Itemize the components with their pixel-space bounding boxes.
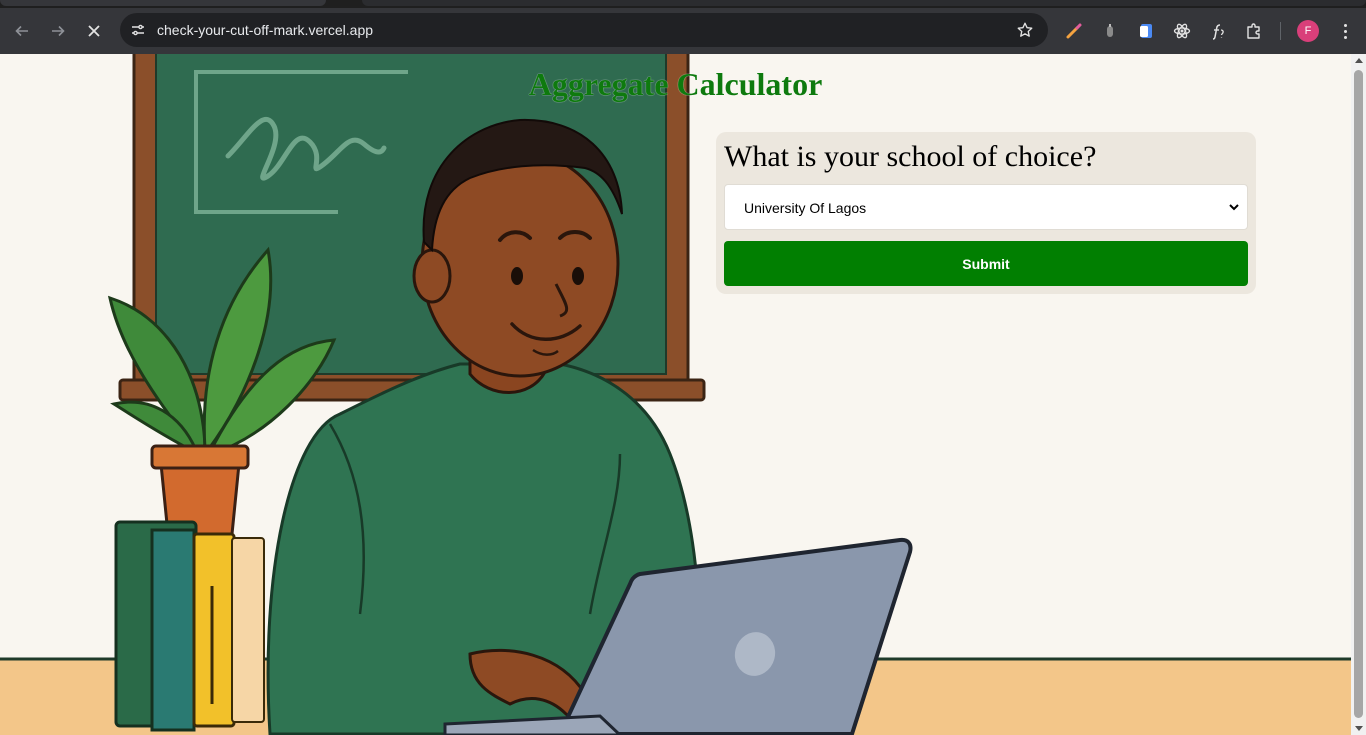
site-settings-icon <box>132 24 144 36</box>
forward-button[interactable] <box>43 16 73 46</box>
bookmark-star-icon[interactable] <box>1016 21 1034 39</box>
browser-toolbar: check-your-cut-off-mark.vercel.app F <box>0 8 1366 54</box>
ink-extension-button[interactable] <box>1099 20 1121 42</box>
school-select-value: University Of Lagos <box>744 200 867 216</box>
page-title: Aggregate Calculator <box>528 66 823 102</box>
tab-strip-space <box>362 0 1366 6</box>
school-question: What is your school of choice? <box>724 140 1097 173</box>
tab-strip <box>0 0 1366 8</box>
formula-extension-icon <box>1212 24 1224 40</box>
brush-extension-button[interactable] <box>1063 20 1085 42</box>
back-arrow-icon <box>15 25 28 37</box>
extensions-button[interactable] <box>1243 20 1265 42</box>
url-text[interactable]: check-your-cut-off-mark.vercel.app <box>157 22 373 38</box>
extensions-puzzle-icon <box>1247 23 1260 39</box>
formula-extension-button[interactable] <box>1207 20 1229 42</box>
scrollbar-thumb[interactable] <box>1354 70 1363 718</box>
react-devtools-button[interactable] <box>1171 20 1193 42</box>
menu-dots-icon[interactable] <box>1334 20 1356 42</box>
back-button[interactable] <box>7 16 37 46</box>
docs-extension-button[interactable] <box>1135 20 1157 42</box>
docs-extension-icon <box>1140 24 1152 38</box>
address-bar[interactable]: check-your-cut-off-mark.vercel.app <box>120 13 1048 47</box>
scroll-down-arrow-icon[interactable] <box>1354 726 1363 731</box>
brush-extension-icon <box>1066 23 1082 39</box>
school-form-card: What is your school of choice? Universit… <box>716 132 1256 294</box>
vertical-scrollbar[interactable] <box>1351 54 1366 735</box>
browser-tab[interactable] <box>0 0 326 6</box>
chevron-down-icon <box>1229 204 1239 211</box>
ink-extension-icon <box>1107 24 1113 37</box>
profile-avatar[interactable]: F <box>1297 20 1319 42</box>
stop-loading-button[interactable] <box>79 16 109 46</box>
scroll-up-arrow-icon[interactable] <box>1354 58 1363 63</box>
forward-arrow-icon <box>52 25 65 37</box>
react-devtools-icon <box>1173 23 1191 39</box>
school-select[interactable]: University Of Lagos <box>724 184 1248 230</box>
toolbar-divider <box>1280 22 1281 40</box>
stop-loading-icon <box>88 25 100 37</box>
page-viewport: Aggregate Calculator What is your school… <box>0 54 1351 735</box>
submit-button[interactable]: Submit <box>724 241 1248 286</box>
site-settings-button[interactable] <box>128 20 148 40</box>
